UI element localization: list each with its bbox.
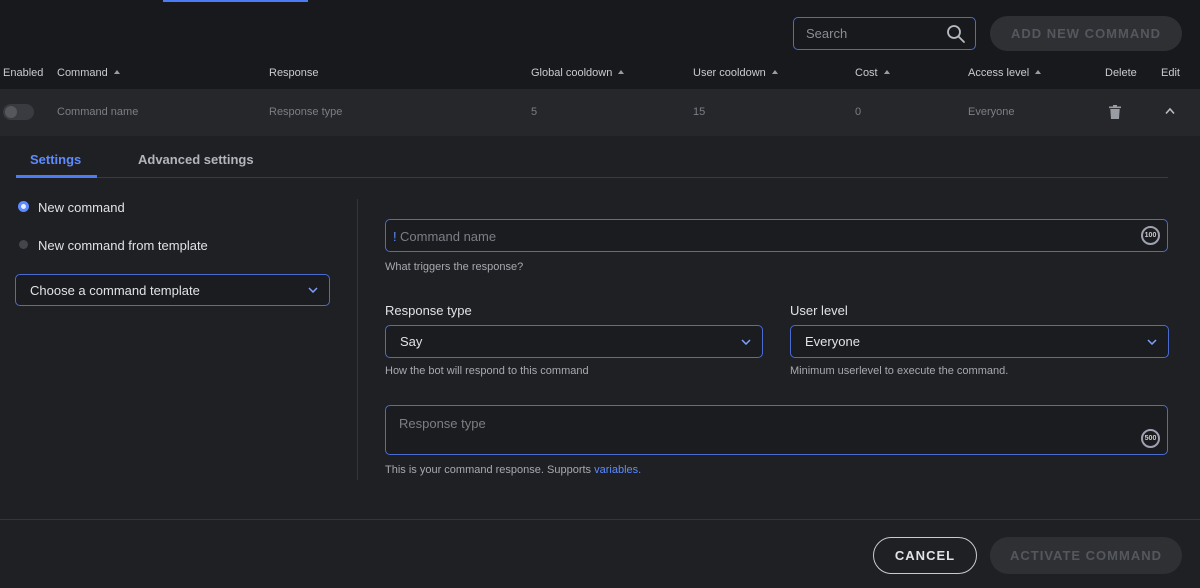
cancel-button[interactable]: CANCEL <box>873 537 977 574</box>
chevron-down-icon <box>741 338 751 345</box>
chevron-down-icon <box>1147 338 1157 345</box>
chevron-down-icon <box>308 287 318 293</box>
header-edit: Edit <box>1161 67 1180 79</box>
trash-icon[interactable] <box>1109 105 1121 119</box>
enabled-toggle[interactable] <box>3 104 34 120</box>
search-box[interactable] <box>793 17 976 50</box>
user-level-select[interactable]: Everyone <box>790 325 1169 358</box>
row-global-cooldown: 5 <box>531 106 538 118</box>
sort-asc-icon <box>1035 70 1042 74</box>
command-name-field[interactable]: ! Command name 100 <box>385 219 1168 252</box>
header-global-cooldown-label: Global cooldown <box>531 67 613 79</box>
row-response: Response type <box>269 106 343 118</box>
search-icon[interactable] <box>946 24 966 44</box>
header-user-cooldown[interactable]: User cooldown <box>693 67 778 79</box>
header-delete: Delete <box>1105 67 1137 79</box>
response-type-select[interactable]: Say <box>385 325 763 358</box>
command-char-limit: 100 <box>1141 226 1160 245</box>
header-command-label: Command <box>57 67 108 79</box>
response-input[interactable]: Response type <box>399 416 486 431</box>
command-name-input[interactable]: Command name <box>400 229 496 244</box>
header-access-level[interactable]: Access level <box>968 67 1042 79</box>
radio-new-command[interactable] <box>18 201 29 212</box>
user-level-label: User level <box>790 303 848 318</box>
active-nav-indicator <box>163 0 308 2</box>
user-level-help: Minimum userlevel to execute the command… <box>790 365 1009 377</box>
sort-asc-icon <box>618 70 625 74</box>
sort-asc-icon <box>113 70 120 74</box>
search-input[interactable] <box>794 18 944 49</box>
header-access-level-label: Access level <box>968 67 1030 79</box>
radio-from-template[interactable] <box>19 240 28 249</box>
column-divider <box>357 199 358 480</box>
add-new-command-button[interactable]: ADD NEW COMMAND <box>990 16 1182 51</box>
tab-divider <box>16 177 1168 178</box>
table-row <box>0 89 1200 136</box>
row-cost: 0 <box>855 106 862 118</box>
response-type-label: Response type <box>385 303 472 318</box>
template-select-value: Choose a command template <box>30 282 200 298</box>
header-response: Response <box>269 67 319 79</box>
response-help: This is your command response. Supports … <box>385 464 641 476</box>
command-help: What triggers the response? <box>385 261 524 273</box>
footer-divider <box>0 519 1200 520</box>
active-tab-underline <box>16 175 97 178</box>
radio-new-command-label[interactable]: New command <box>38 200 125 215</box>
response-field[interactable]: Response type 500 <box>385 405 1168 455</box>
header-user-cooldown-label: User cooldown <box>693 67 766 79</box>
sort-asc-icon <box>883 70 890 74</box>
tab-advanced-settings[interactable]: Advanced settings <box>138 152 254 167</box>
header-cost[interactable]: Cost <box>855 67 890 79</box>
header-enabled: Enabled <box>3 67 44 79</box>
header-global-cooldown[interactable]: Global cooldown <box>531 67 625 79</box>
row-user-cooldown: 15 <box>693 106 706 118</box>
command-prefix: ! <box>393 229 397 244</box>
response-help-text: This is your command response. Supports <box>385 464 592 476</box>
response-char-limit: 500 <box>1141 429 1160 448</box>
chevron-up-icon[interactable] <box>1165 107 1175 115</box>
user-level-value: Everyone <box>805 334 860 349</box>
radio-from-template-label[interactable]: New command from template <box>38 238 208 253</box>
row-access-level: Everyone <box>968 106 1015 118</box>
response-type-help: How the bot will respond to this command <box>385 365 589 377</box>
sort-asc-icon <box>771 70 778 74</box>
header-cost-label: Cost <box>855 67 878 79</box>
header-command[interactable]: Command <box>57 67 120 79</box>
template-select[interactable]: Choose a command template <box>15 274 330 306</box>
tab-settings[interactable]: Settings <box>30 152 81 167</box>
response-type-value: Say <box>400 334 423 349</box>
activate-command-button[interactable]: ACTIVATE COMMAND <box>990 537 1182 574</box>
variables-link[interactable]: variables. <box>594 464 641 476</box>
row-command: Command name <box>57 106 139 118</box>
